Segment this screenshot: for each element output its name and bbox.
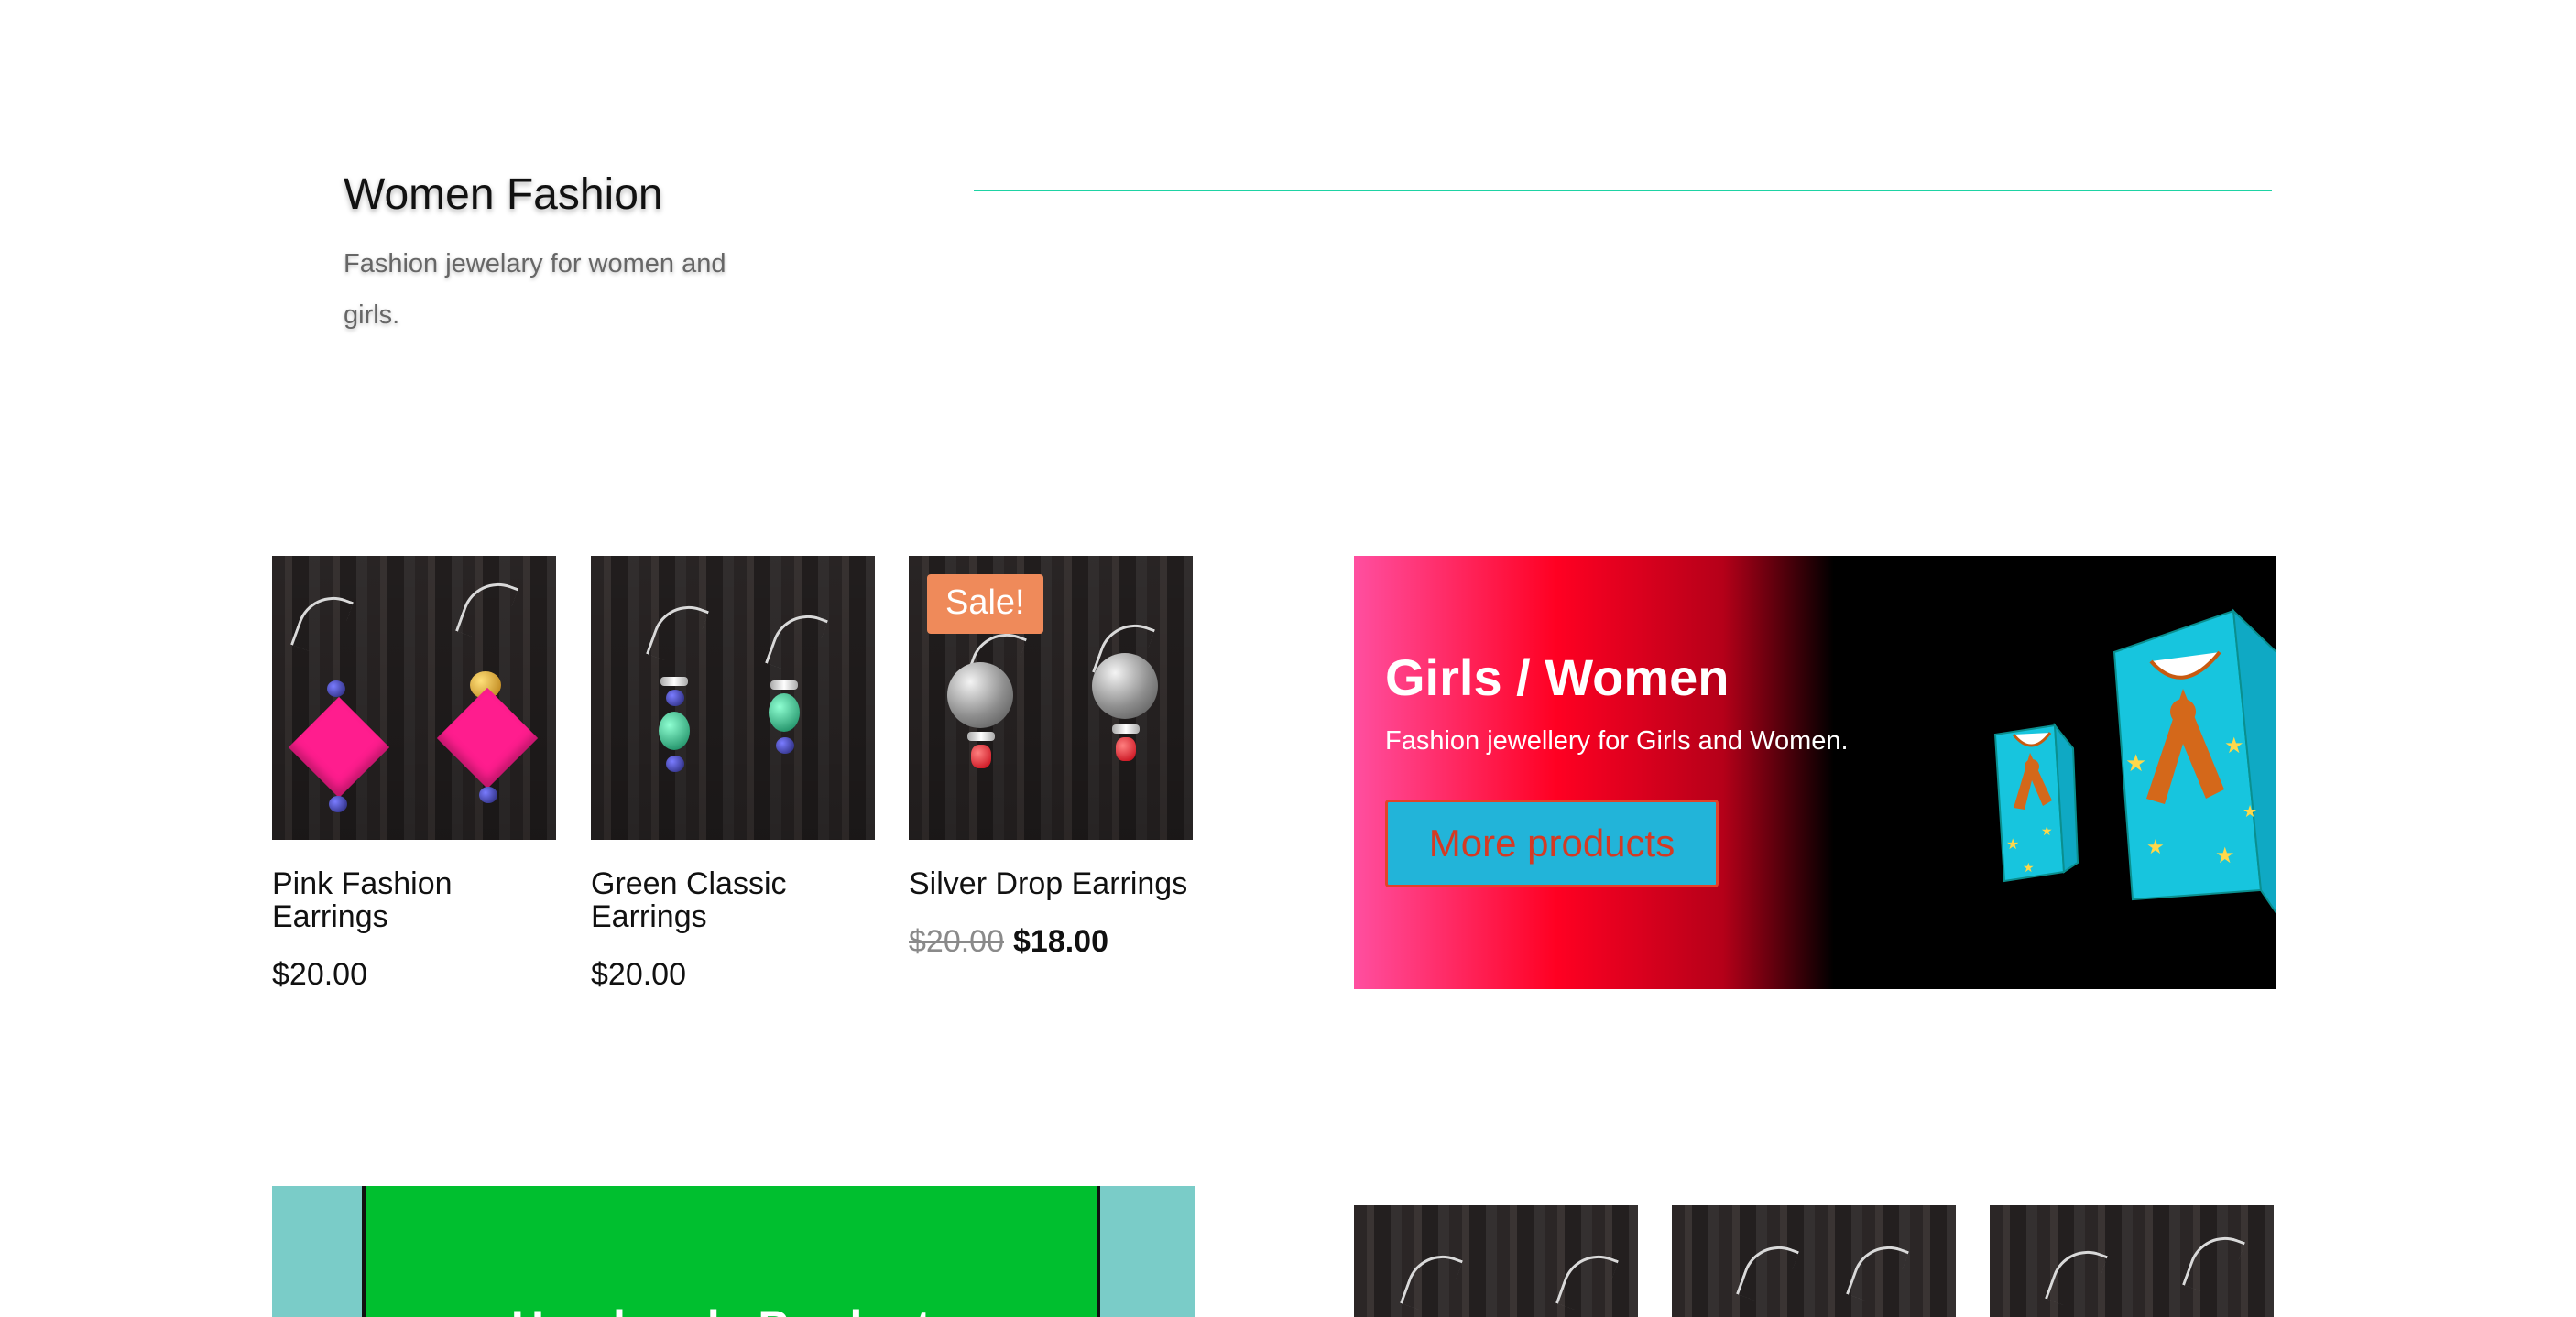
product-name[interactable]: Green Classic Earrings <box>591 867 875 933</box>
pink-bead-icon <box>288 696 390 799</box>
product-price: $20.00 <box>272 957 556 993</box>
handmade-banner: Handmade Products <box>272 1186 1195 1317</box>
bead-icon <box>666 690 684 706</box>
bead-icon <box>479 787 497 803</box>
product-image[interactable] <box>1354 1205 1638 1317</box>
product-image[interactable] <box>591 556 875 840</box>
product-name[interactable]: Silver Drop Earrings <box>909 867 1193 900</box>
section-subtitle: Fashion jewelary for women and girls. <box>344 249 726 330</box>
sale-badge: Sale! <box>927 574 1043 634</box>
earring-hook-icon <box>1846 1235 1909 1310</box>
earring-hook-icon <box>455 572 518 647</box>
handmade-title: Handmade Products <box>272 1301 1195 1317</box>
product-price: $20.00 <box>591 957 875 993</box>
earring-hook-icon <box>646 595 709 669</box>
svg-text:★: ★ <box>2243 802 2257 821</box>
product-card-green-earrings[interactable]: Green Classic Earrings $20.00 <box>591 556 875 993</box>
svg-text:★: ★ <box>2125 749 2146 777</box>
svg-text:★: ★ <box>2006 837 2019 853</box>
earring-hook-icon <box>2045 1240 2108 1314</box>
gift-bags-icon: ★ ★ ★ ★ ★ ★ ★ ★ <box>1993 608 2276 915</box>
product-price: $20.00 $18.00 <box>909 924 1193 960</box>
pink-bead-icon <box>436 687 539 789</box>
red-bead-icon <box>1116 737 1136 761</box>
product-card-pink-earrings[interactable]: Pink Fashion Earrings $20.00 <box>272 556 556 993</box>
red-bead-icon <box>971 745 991 768</box>
green-bead-icon <box>659 712 690 750</box>
svg-text:★: ★ <box>2146 835 2165 858</box>
svg-text:★: ★ <box>2224 734 2244 758</box>
svg-text:★: ★ <box>2215 844 2235 868</box>
bead-cap-icon <box>660 677 688 686</box>
svg-text:★: ★ <box>2041 823 2053 838</box>
original-price: $20.00 <box>909 924 1004 959</box>
bead-cap-icon <box>770 680 798 690</box>
bead-icon <box>666 756 684 772</box>
bead-icon <box>329 796 347 812</box>
product-card-silver-earrings[interactable]: Sale! Silver Drop Earrings $20.00 $18.00 <box>909 556 1193 960</box>
handmade-ribbon <box>362 1186 1100 1317</box>
promo-banner: Girls / Women Fashion jewellery for Girl… <box>1354 556 2276 989</box>
bead-cap-icon <box>967 732 995 741</box>
more-products-button[interactable]: More products <box>1385 800 1719 887</box>
earring-hook-icon <box>1400 1245 1463 1317</box>
price-value: $20.00 <box>272 957 367 992</box>
earring-hook-icon <box>765 604 828 679</box>
earring-hook-icon <box>1555 1245 1619 1317</box>
section-divider <box>974 190 2272 191</box>
price-value: $20.00 <box>591 957 686 992</box>
svg-text:★: ★ <box>2023 860 2035 875</box>
green-bead-icon <box>769 693 800 732</box>
pearl-bead-icon <box>1092 653 1158 719</box>
promo-text: Fashion jewellery for Girls and Women. <box>1385 726 1849 756</box>
bead-icon <box>776 737 794 754</box>
sale-price: $18.00 <box>1013 924 1108 959</box>
product-image[interactable] <box>1990 1205 2274 1317</box>
bead-cap-icon <box>1112 724 1140 734</box>
product-image[interactable]: Sale! <box>909 556 1193 840</box>
promo-title: Girls / Women <box>1385 648 1730 706</box>
section-title: Women Fashion <box>344 170 663 219</box>
earring-hook-icon <box>2182 1226 2245 1301</box>
earring-hook-icon <box>1736 1235 1799 1310</box>
pearl-bead-icon <box>947 662 1013 728</box>
product-image[interactable] <box>272 556 556 840</box>
product-name[interactable]: Pink Fashion Earrings <box>272 867 556 933</box>
bead-icon <box>327 680 345 697</box>
product-image[interactable] <box>1672 1205 1956 1317</box>
earring-hook-icon <box>290 586 354 660</box>
